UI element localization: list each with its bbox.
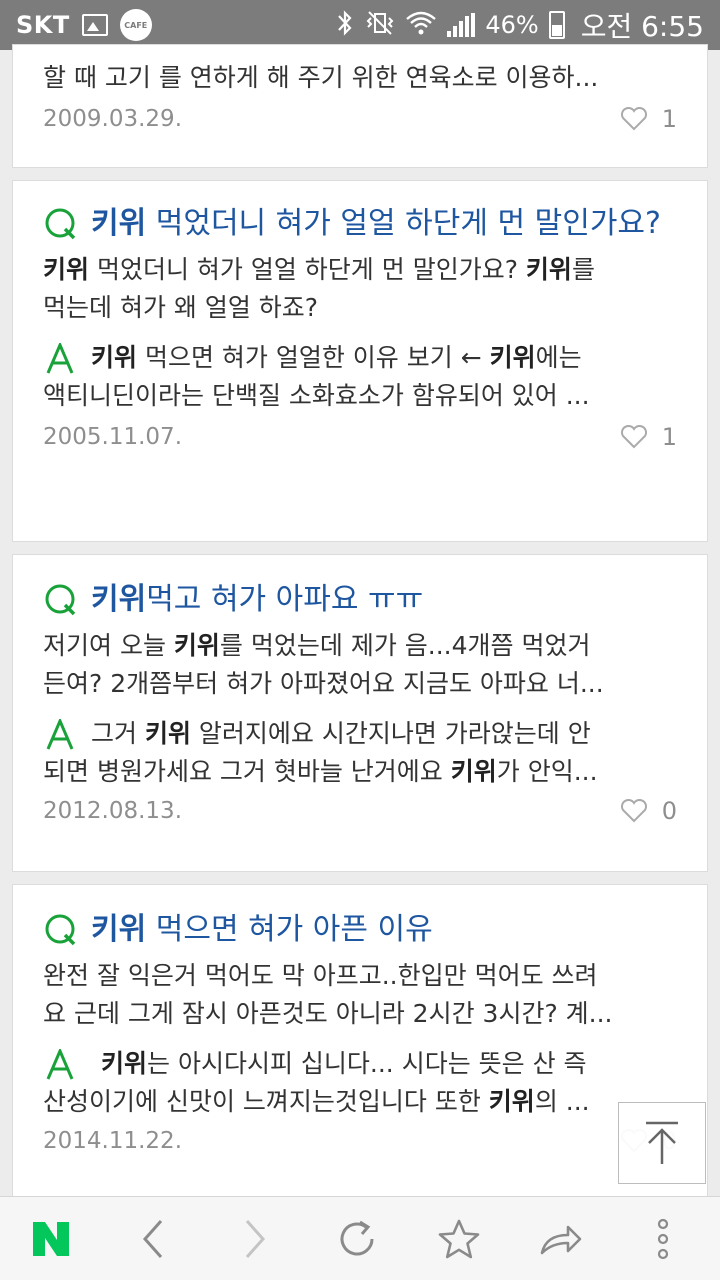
keyword-highlight: 키위 xyxy=(91,912,147,947)
chevron-right-icon xyxy=(245,1219,266,1258)
like-button[interactable]: 0 xyxy=(620,797,677,825)
question-snippet: 저기여 오늘 키위를 먹었는데 제가 음...4개쯤 먹었거 든여? 2개쯤부터… xyxy=(43,627,677,703)
answer-snippet: 그거 키위 알러지에요 시간지나면 가라앉는데 안 되면 병원가세요 그거 혓바… xyxy=(43,715,677,791)
chevron-left-icon xyxy=(142,1219,163,1258)
answer-snippet: 키위는 아시다시피 십니다... 시다는 뜻은 산 즉 산성이기에 신맛이 느껴… xyxy=(43,1045,677,1121)
result-card[interactable]: 할 때 고기 를 연하게 해 주기 위한 연육소로 이용하... 2009.03… xyxy=(12,44,708,168)
share-button[interactable] xyxy=(510,1197,612,1280)
question-text: 먹었더니 혀가 얼얼 하단게 먼 말인가요? xyxy=(146,206,661,241)
wifi-icon xyxy=(405,10,437,40)
signal-icon xyxy=(447,13,476,37)
post-date: 2005.11.07. xyxy=(43,424,182,450)
naver-n-icon xyxy=(33,1221,69,1256)
refresh-button[interactable] xyxy=(306,1197,408,1280)
keyword-highlight: 키위 xyxy=(489,343,536,372)
keyword-highlight: 키위 xyxy=(144,719,191,748)
heart-icon xyxy=(620,425,647,449)
question-text: 먹으면 혀가 아픈 이유 xyxy=(146,912,433,947)
snippet-text: 산성이기에 신맛이 느껴지는것입니다 또한 xyxy=(43,1087,489,1116)
arrow-up-icon xyxy=(646,1121,678,1164)
snippet-text: 를 먹었는데 제가 음...4개쯤 먹었거 xyxy=(219,631,591,660)
like-count: 0 xyxy=(661,797,677,825)
post-date: 2014.11.22. xyxy=(43,1128,182,1154)
carrier-label: SKT xyxy=(16,11,70,39)
question-text: 먹고 혀가 아파요 ㅠㅠ xyxy=(146,582,424,617)
snippet-text: 는 아시다시피 십니다... 시다는 뜻은 산 즉 xyxy=(147,1049,587,1078)
snippet-text: 먹으면 혀가 얼얼한 이유 보기 ← xyxy=(137,343,490,372)
post-date: 2012.08.13. xyxy=(43,798,182,824)
cafe-notification-icon: CAFE xyxy=(119,9,152,41)
snippet-text: 먹는데 혀가 왜 얼얼 하죠? xyxy=(43,293,319,322)
snippet-text: 를 xyxy=(571,255,595,284)
answer-a-icon xyxy=(46,343,74,374)
keyword-highlight: 키위 xyxy=(43,255,90,284)
snippet-text: 요 근데 그게 잠시 아픈것도 아니라 2시간 3시간? 계... xyxy=(43,999,613,1028)
keyword-highlight: 키위 xyxy=(91,206,147,241)
battery-percent: 46% xyxy=(485,11,539,39)
keyword-highlight: 키위 xyxy=(450,757,497,786)
question-snippet: 완전 잘 익은거 먹어도 막 아프고..한입만 먹어도 쓰려 요 근데 그게 잠… xyxy=(43,957,677,1033)
more-vertical-icon xyxy=(657,1218,669,1259)
post-date: 2009.03.29. xyxy=(43,106,182,132)
question-q-icon xyxy=(45,584,76,616)
question-title[interactable]: 키위 먹었더니 혀가 얼얼 하단게 먼 말인가요? xyxy=(43,203,677,245)
like-button[interactable]: 1 xyxy=(620,105,677,133)
back-button[interactable] xyxy=(102,1197,204,1280)
gallery-notification-icon xyxy=(81,14,108,36)
vibrate-icon xyxy=(365,10,395,40)
snippet-text: 저기여 오늘 xyxy=(43,631,174,660)
snippet-text: 의 ... xyxy=(534,1087,590,1116)
share-arrow-icon xyxy=(540,1225,582,1254)
answer-snippet: 할 때 고기 를 연하게 해 주기 위한 연육소로 이용하... xyxy=(43,63,599,92)
answer-a-icon xyxy=(46,719,74,750)
result-card[interactable]: 키위 먹으면 혀가 아픈 이유 완전 잘 익은거 먹어도 막 아프고..한입만 … xyxy=(12,884,708,1204)
status-bar: SKT CAFE 46% 오전 6:55 xyxy=(0,0,720,50)
result-card[interactable]: 키위 먹었더니 혀가 얼얼 하단게 먼 말인가요? 키위 먹었더니 혀가 얼얼 … xyxy=(12,180,708,542)
bottom-toolbar xyxy=(0,1196,720,1280)
bookmark-button[interactable] xyxy=(408,1197,510,1280)
scroll-to-top-button[interactable] xyxy=(618,1102,706,1184)
snippet-text: 에는 xyxy=(535,343,582,372)
refresh-icon xyxy=(340,1220,374,1255)
like-count: 1 xyxy=(661,105,677,133)
heart-icon xyxy=(620,799,647,823)
snippet-text: 든여? 2개쯤부터 혀가 아파졌어요 지금도 아파요 너... xyxy=(43,669,604,698)
question-title[interactable]: 키위먹고 혀가 아파요 ㅠㅠ xyxy=(43,579,677,621)
answer-a-icon xyxy=(46,1049,74,1080)
snippet-text: 그거 xyxy=(91,719,145,748)
clock: 오전 6:55 xyxy=(580,10,704,43)
snippet-text: 되면 병원가세요 그거 혓바늘 난거에요 xyxy=(43,757,451,786)
question-q-icon xyxy=(45,914,76,946)
like-button[interactable]: 1 xyxy=(620,423,677,451)
result-card[interactable]: 키위먹고 혀가 아파요 ㅠㅠ 저기여 오늘 키위를 먹었는데 제가 음...4개… xyxy=(12,554,708,872)
star-icon xyxy=(438,1219,480,1258)
battery-icon xyxy=(548,11,565,39)
keyword-highlight: 키위 xyxy=(101,1049,148,1078)
snippet-text: 가 안익... xyxy=(496,757,598,786)
question-title[interactable]: 키위 먹으면 혀가 아픈 이유 xyxy=(43,909,677,951)
snippet-text: 먹었더니 혀가 얼얼 하단게 먼 말인가요? xyxy=(89,255,526,284)
snippet-text: 액티니딘이라는 단백질 소화효소가 함유되어 있어 ... xyxy=(43,381,590,410)
question-snippet: 키위 먹었더니 혀가 얼얼 하단게 먼 말인가요? 키위를 먹는데 혀가 왜 얼… xyxy=(43,251,677,327)
more-menu-button[interactable] xyxy=(612,1197,714,1280)
naver-home-button[interactable] xyxy=(0,1197,102,1280)
like-count: 1 xyxy=(661,423,677,451)
snippet-text: 완전 잘 익은거 먹어도 막 아프고..한입만 먹어도 쓰려 xyxy=(43,961,598,990)
question-q-icon xyxy=(45,208,76,240)
answer-snippet: 키위 먹으면 혀가 얼얼한 이유 보기 ← 키위에는 액티니딘이라는 단백질 소… xyxy=(43,339,677,415)
keyword-highlight: 키위 xyxy=(91,582,147,617)
keyword-highlight: 키위 xyxy=(91,343,138,372)
keyword-highlight: 키위 xyxy=(173,631,220,660)
keyword-highlight: 키위 xyxy=(488,1087,535,1116)
heart-icon xyxy=(620,107,647,131)
forward-button[interactable] xyxy=(204,1197,306,1280)
bluetooth-icon xyxy=(335,9,355,41)
snippet-text: 알러지에요 시간지나면 가라앉는데 안 xyxy=(190,719,591,748)
keyword-highlight: 키위 xyxy=(525,255,572,284)
